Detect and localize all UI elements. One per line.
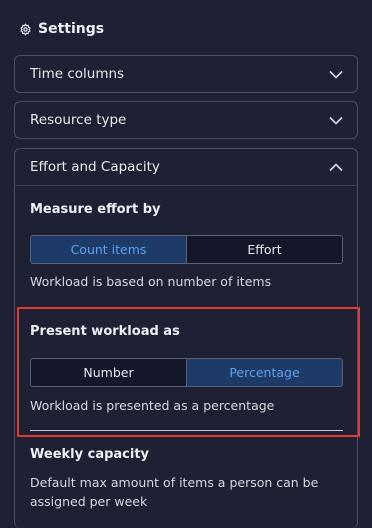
effort-capacity-label: Effort and Capacity — [30, 159, 160, 175]
effort-capacity-header[interactable]: Effort and Capacity — [15, 149, 357, 186]
chevron-down-icon[interactable] — [329, 116, 343, 125]
resource-type-header[interactable]: Resource type — [15, 102, 357, 138]
present-workload-segmented-control: Number Percentage — [30, 358, 343, 387]
weekly-capacity-description-line-1: Default max amount of items a person can… — [30, 475, 319, 490]
measure-effort-description: Workload is based on number of items — [30, 274, 272, 289]
time-columns-accordion[interactable]: Time columns — [14, 55, 358, 93]
present-workload-description: Workload is presented as a percentage — [30, 398, 275, 413]
effort-option[interactable]: Effort — [186, 236, 342, 263]
measure-effort-title: Measure effort by — [30, 202, 161, 217]
weekly-capacity-description-line-2: assigned per week — [30, 494, 148, 509]
percentage-option[interactable]: Percentage — [186, 359, 342, 386]
measure-effort-segmented-control: Count items Effort — [30, 235, 343, 264]
chevron-down-icon[interactable] — [329, 70, 343, 79]
gear-icon — [19, 22, 32, 36]
weekly-capacity-title: Weekly capacity — [30, 447, 150, 462]
resource-type-label: Resource type — [30, 112, 127, 128]
settings-title: Settings — [38, 21, 105, 37]
count-items-option[interactable]: Count items — [31, 236, 186, 263]
resource-type-accordion[interactable]: Resource type — [14, 101, 358, 139]
time-columns-header[interactable]: Time columns — [15, 56, 357, 92]
effort-capacity-accordion: Effort and Capacity Measure effort by Co… — [14, 148, 358, 528]
present-workload-title: Present workload as — [30, 324, 180, 339]
chevron-up-icon[interactable] — [329, 162, 343, 172]
number-option[interactable]: Number — [31, 359, 186, 386]
section-divider — [30, 430, 343, 431]
settings-header: Settings — [19, 21, 104, 37]
time-columns-label: Time columns — [30, 66, 125, 82]
